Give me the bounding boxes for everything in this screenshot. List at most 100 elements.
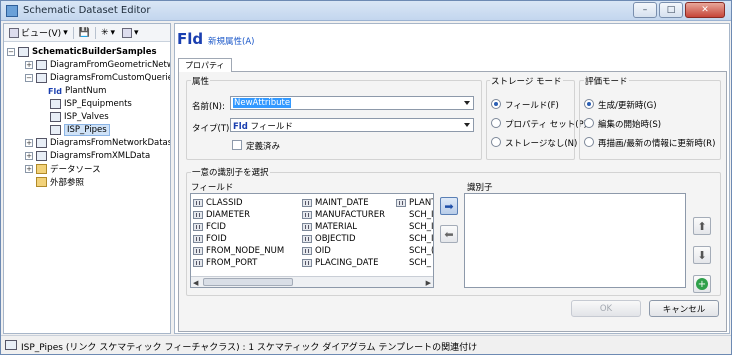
list-item[interactable]: MATERIAL xyxy=(302,221,357,233)
field-type-icon xyxy=(193,199,203,207)
options-button[interactable]: ▾ xyxy=(120,26,141,40)
list-item[interactable]: PLANT xyxy=(396,197,433,209)
field-type-icon xyxy=(193,259,203,267)
list-item[interactable]: FCID xyxy=(193,221,226,233)
field-type-icon: Fld xyxy=(233,122,248,132)
expand-icon[interactable]: + xyxy=(25,152,33,160)
close-button[interactable]: ✕ xyxy=(685,2,725,18)
list-item[interactable]: SCH_( xyxy=(409,245,433,257)
diagram-icon xyxy=(36,60,47,70)
layout-button[interactable]: ✳ ▾ xyxy=(99,26,117,40)
storage-none-radio[interactable] xyxy=(491,137,501,147)
scrollbar-thumb[interactable] xyxy=(203,278,293,286)
toolbar-separator xyxy=(72,26,74,39)
list-item[interactable]: FOID xyxy=(193,233,227,245)
tree-item-label: ISP_Equipments xyxy=(64,99,132,109)
tree-item[interactable]: Fld PlantNum xyxy=(48,85,106,97)
eval-redraw-radio[interactable] xyxy=(584,137,594,147)
feature-class-icon xyxy=(50,112,61,122)
tree-item-label: ISP_Pipes xyxy=(64,124,110,136)
tree-item[interactable]: 外部参照 xyxy=(36,176,84,188)
evaluation-mode-label: 評価モード xyxy=(584,75,629,87)
list-item[interactable]: FROM_PORT xyxy=(193,257,257,269)
field-type-icon xyxy=(302,247,312,255)
tree-item[interactable]: + データソース xyxy=(25,163,101,175)
add-button[interactable]: + xyxy=(693,275,711,293)
status-bar: ISP_Pipes (リンク スケマティック フィーチャクラス) : 1 スケマ… xyxy=(1,335,731,354)
cancel-button[interactable]: キャンセル xyxy=(649,300,719,317)
scroll-right-icon[interactable]: ▶ xyxy=(426,279,431,287)
chevron-down-icon[interactable] xyxy=(464,101,470,105)
tree-item[interactable]: ISP_Valves xyxy=(50,111,109,123)
list-item[interactable]: DIAMETER xyxy=(193,209,250,221)
editor-window: Schematic Dataset Editor – □ ✕ ビュー(V) ▾ … xyxy=(0,0,732,355)
link-class-icon xyxy=(50,125,61,135)
move-down-button[interactable]: ⬇ xyxy=(693,246,711,264)
feature-class-icon xyxy=(50,99,61,109)
list-item[interactable]: OBJECTID xyxy=(302,233,356,245)
eval-edit-start-radio[interactable] xyxy=(584,118,594,128)
tree-item-label: DiagramsFromCustomQuerie xyxy=(50,73,170,83)
list-item[interactable]: FROM_NODE_NUM xyxy=(193,245,284,257)
maximize-button[interactable]: □ xyxy=(659,2,683,18)
tree-item[interactable]: − DiagramsFromCustomQuerie xyxy=(25,72,170,84)
identifier-list[interactable] xyxy=(464,193,686,288)
storage-field-radio[interactable] xyxy=(491,99,501,109)
list-item[interactable]: PLACING_DATE xyxy=(302,257,378,269)
storage-field-label: フィールド(F) xyxy=(505,101,559,111)
save-button[interactable]: 💾 xyxy=(77,26,92,40)
tree-item-label: DiagramsFromNetworkDatase xyxy=(50,138,170,148)
name-value: NewAttribute xyxy=(233,98,292,108)
expand-icon[interactable]: + xyxy=(25,139,33,147)
expand-icon[interactable]: + xyxy=(25,165,33,173)
fields-list[interactable]: CLASSID DIAMETER FCID FOID FROM_NODE_NUM… xyxy=(190,193,434,288)
arrow-down-icon: ⬇ xyxy=(697,248,707,262)
type-select[interactable]: Fld フィールド xyxy=(230,118,474,132)
scroll-left-icon[interactable]: ◀ xyxy=(193,279,198,287)
ok-button[interactable]: OK xyxy=(571,300,641,317)
type-value: フィールド xyxy=(250,122,293,132)
properties-panel: 属性 名前(N): NewAttribute タイプ(T): Fld フィールド… xyxy=(178,71,727,332)
link-class-icon xyxy=(5,340,17,350)
horizontal-scrollbar[interactable]: ◀ ▶ xyxy=(191,276,433,287)
collapse-icon[interactable]: − xyxy=(25,74,33,82)
list-item[interactable]: OID xyxy=(302,245,331,257)
list-item[interactable]: SCH_ xyxy=(409,257,431,269)
defined-checkbox[interactable] xyxy=(232,140,242,150)
tree-item[interactable]: + DiagramsFromNetworkDatase xyxy=(25,137,170,149)
list-item[interactable]: CLASSID xyxy=(193,197,243,209)
name-input[interactable]: NewAttribute xyxy=(230,96,474,110)
type-label: タイプ(T): xyxy=(192,124,233,134)
list-item[interactable]: SCH_I xyxy=(409,221,433,233)
view-menu-button[interactable]: ビュー(V) ▾ xyxy=(7,26,70,40)
tree-root[interactable]: − SchematicBuilderSamples xyxy=(7,46,157,58)
chevron-down-icon[interactable] xyxy=(464,123,470,127)
field-header-icon: Fld xyxy=(177,30,204,48)
name-label: 名前(N): xyxy=(192,102,225,112)
list-item[interactable]: SCH_I xyxy=(409,233,433,245)
title-bar[interactable]: Schematic Dataset Editor – □ ✕ xyxy=(1,1,731,21)
field-type-icon xyxy=(193,235,203,243)
identifier-label: 識別子 xyxy=(467,183,493,193)
minimize-button[interactable]: – xyxy=(633,2,657,18)
list-item[interactable]: MANUFACTURER xyxy=(302,209,385,221)
new-attribute-link[interactable]: 新規属性(A) xyxy=(208,35,254,47)
eval-generate-radio[interactable] xyxy=(584,99,594,109)
tree-item-selected[interactable]: ISP_Pipes xyxy=(50,124,110,136)
eval-edit-start-label: 編集の開始時(S) xyxy=(598,120,662,130)
remove-identifier-button[interactable]: ⬅ xyxy=(440,225,458,243)
tab-properties[interactable]: プロパティ xyxy=(178,58,232,72)
move-up-button[interactable]: ⬆ xyxy=(693,217,711,235)
expand-icon[interactable]: + xyxy=(25,61,33,69)
tree-item[interactable]: + DiagramFromGeometricNetwo xyxy=(25,59,170,71)
list-item[interactable]: SCH_I xyxy=(409,209,433,221)
collapse-icon[interactable]: − xyxy=(7,48,15,56)
field-type-icon xyxy=(193,223,203,231)
add-identifier-button[interactable]: ➡ xyxy=(440,197,458,215)
tree-item[interactable]: + DiagramsFromXMLData xyxy=(25,150,150,162)
list-item[interactable]: MAINT_DATE xyxy=(302,197,369,209)
field-type-icon xyxy=(193,247,203,255)
defined-label: 定義済み xyxy=(246,142,281,152)
storage-propertyset-radio[interactable] xyxy=(491,118,501,128)
tree-item[interactable]: ISP_Equipments xyxy=(50,98,132,110)
